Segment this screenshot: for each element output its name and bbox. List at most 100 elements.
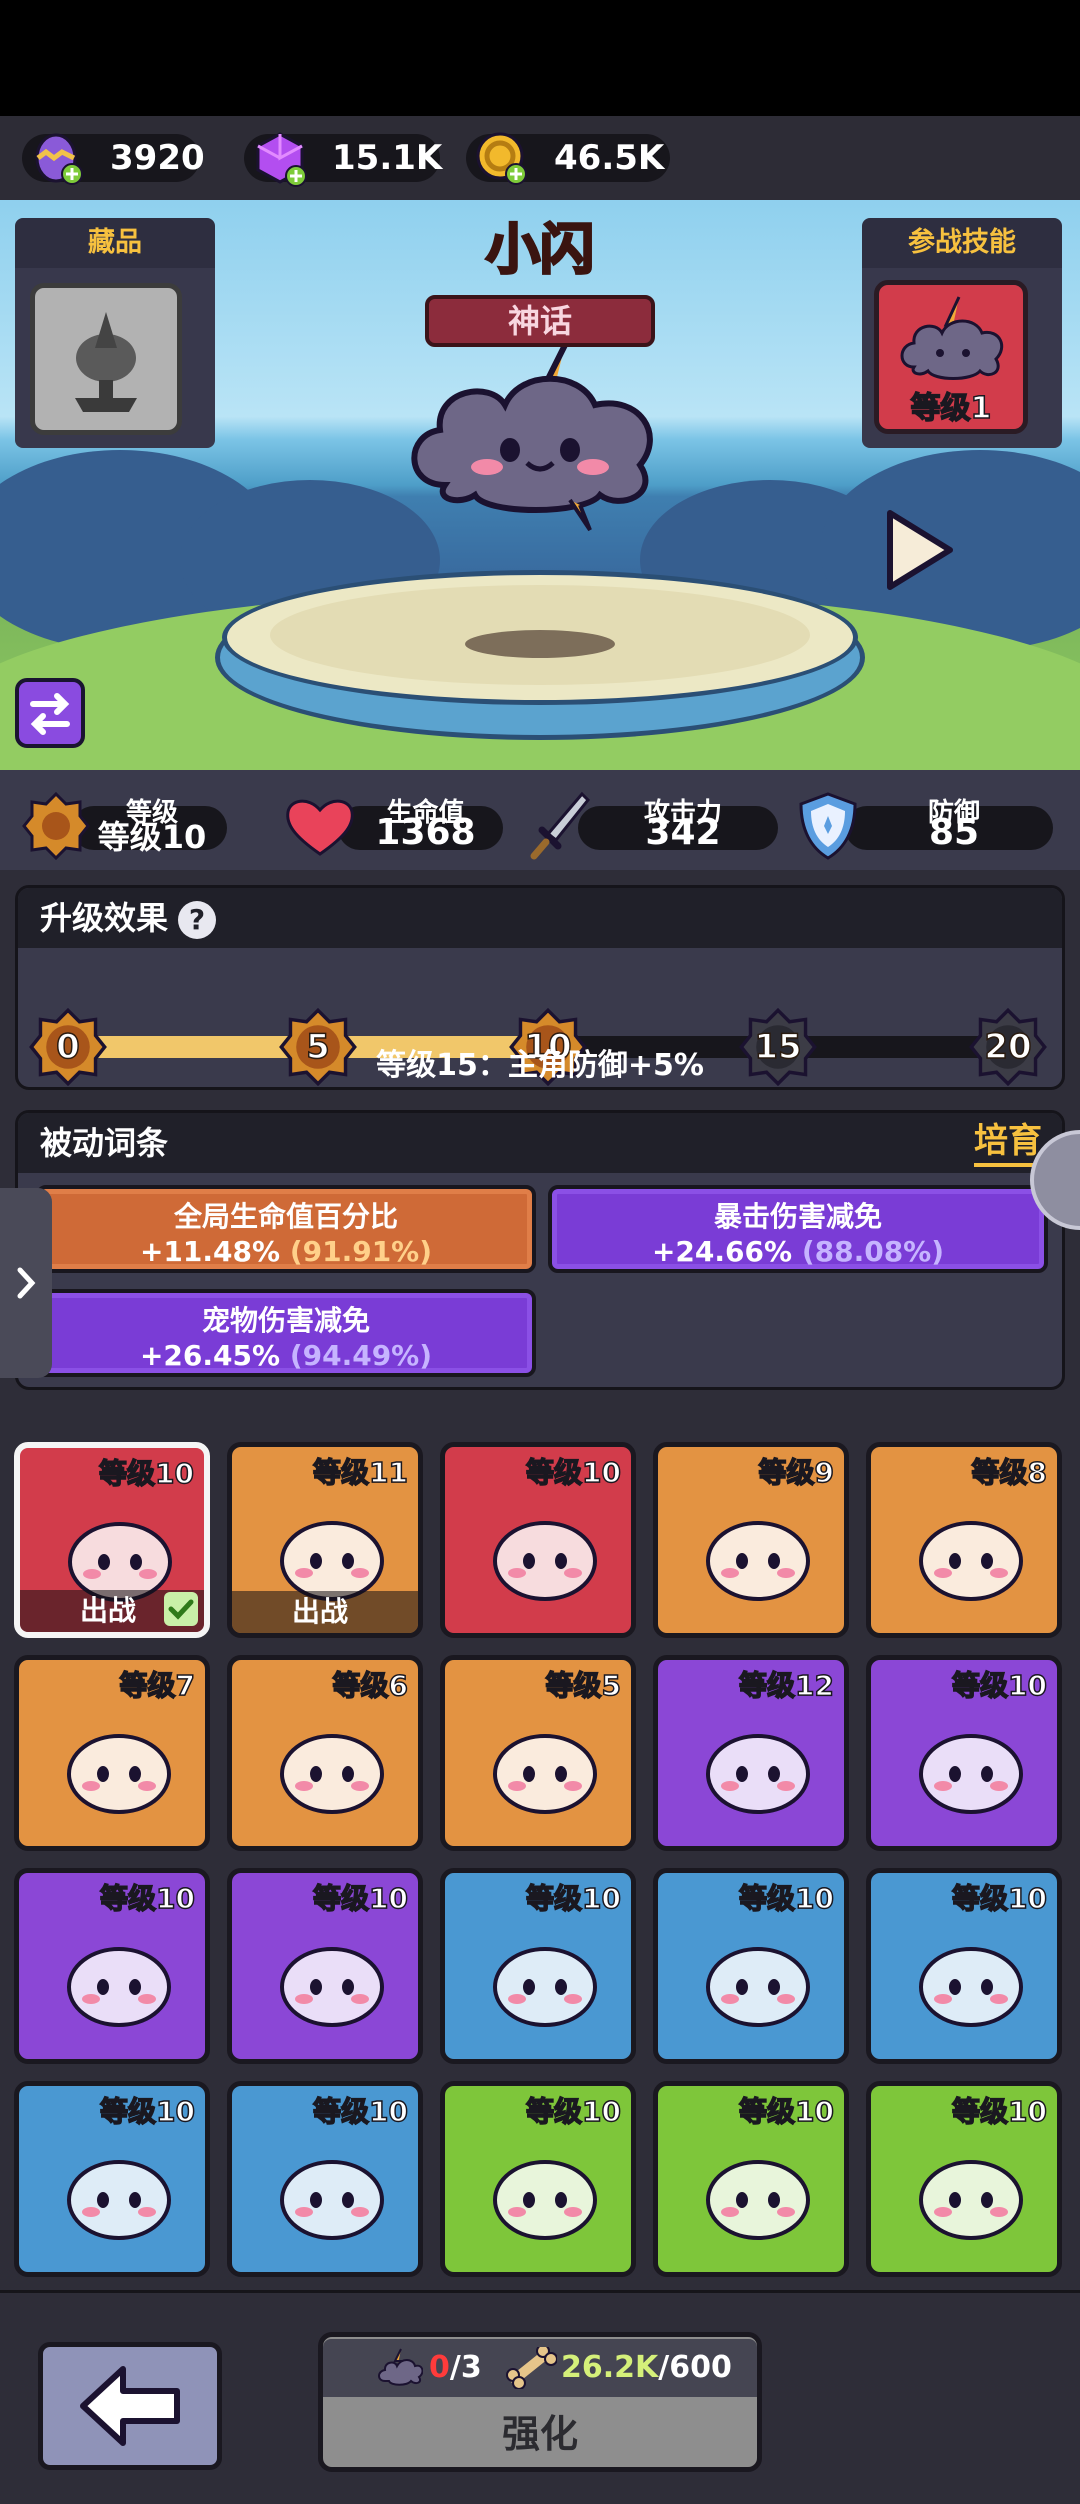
pet-level: 等级11 bbox=[312, 1455, 408, 1490]
pet-card[interactable]: 等级10 bbox=[653, 1868, 849, 2064]
defense-stat: 防御 85 bbox=[795, 792, 1053, 860]
egg-resource[interactable]: 3920 bbox=[22, 133, 205, 185]
pet-portrait bbox=[67, 1947, 171, 2027]
pet-portrait bbox=[280, 1734, 384, 1814]
passive-max: (88.08%) bbox=[801, 1235, 945, 1268]
pet-portrait bbox=[919, 1521, 1023, 1601]
sword-icon bbox=[530, 791, 591, 860]
coin-resource[interactable]: 46.5K bbox=[466, 132, 670, 185]
pet-card[interactable]: 等级10 bbox=[866, 1655, 1062, 1851]
swap-button[interactable] bbox=[15, 678, 85, 748]
passive-item: 宠物伤害减免 +26.45% (94.49%) bbox=[36, 1289, 536, 1377]
next-hero-arrow[interactable] bbox=[880, 505, 960, 595]
pet-level: 等级10 bbox=[99, 2094, 195, 2129]
pet-level: 等级5 bbox=[545, 1668, 622, 1703]
shard-cloud-icon bbox=[378, 2348, 423, 2386]
level-value: 等级10 bbox=[97, 818, 207, 856]
bone-have: 26.2K bbox=[561, 2350, 659, 2385]
cultivate-link[interactable]: 培育 bbox=[974, 1119, 1042, 1167]
pet-card[interactable]: 等级8 bbox=[866, 1442, 1062, 1638]
collection-slot[interactable] bbox=[30, 283, 182, 435]
enhance-cost: 0/3 26.2K/600 bbox=[323, 2339, 757, 2397]
heart-icon bbox=[286, 799, 354, 856]
battle-skill-title: 参战技能 bbox=[908, 227, 1016, 258]
shard-have: 0 bbox=[429, 2350, 450, 2385]
bone-icon bbox=[506, 2347, 557, 2389]
gem-resource[interactable]: 15.1K bbox=[244, 132, 442, 187]
side-drawer-tab[interactable] bbox=[0, 1188, 52, 1378]
hero-name: 小闪 bbox=[485, 217, 596, 283]
enhance-button[interactable]: 0/3 26.2K/600 强化 bbox=[318, 2332, 762, 2472]
collection-panel[interactable] bbox=[15, 268, 215, 448]
pet-card[interactable]: 等级10 bbox=[653, 2081, 849, 2277]
pet-portrait bbox=[706, 1734, 810, 1814]
pet-portrait bbox=[280, 1521, 384, 1601]
attack-value: 342 bbox=[645, 812, 721, 853]
pet-card[interactable]: 等级5 bbox=[440, 1655, 636, 1851]
bone-count: 26.2K/600 bbox=[561, 2339, 732, 2397]
pet-card[interactable]: 等级10 bbox=[440, 1442, 636, 1638]
pet-level: 等级10 bbox=[951, 1668, 1047, 1703]
pet-card[interactable]: 等级12 bbox=[653, 1655, 849, 1851]
pet-level: 等级8 bbox=[971, 1455, 1048, 1490]
skill-cloud-icon bbox=[900, 296, 1004, 380]
passive-name: 宠物伤害减免 bbox=[201, 1304, 370, 1337]
resource-bar: 3920 15.1K 46.5K bbox=[0, 116, 1080, 200]
hero-stage: 藏品 小闪 神话 参战技能 等级1 bbox=[0, 200, 1080, 770]
pet-portrait bbox=[493, 1734, 597, 1814]
status-bar bbox=[0, 0, 1080, 116]
passive-values: +11.48% (91.91%) bbox=[40, 1235, 532, 1268]
passive-header: 被动词条 bbox=[18, 1113, 1062, 1173]
stats-bar: 等级 等级10 生命值 1368 攻击力 342 防御 85 bbox=[0, 770, 1080, 870]
deployed-label: 出战 bbox=[232, 1591, 418, 1633]
pet-card[interactable]: 等级6 bbox=[227, 1655, 423, 1851]
battle-skill-panel[interactable]: 等级1 bbox=[862, 268, 1062, 448]
attack-stat: 攻击力 342 bbox=[528, 791, 778, 860]
pet-portrait bbox=[919, 1734, 1023, 1814]
pet-card[interactable]: 等级10 bbox=[227, 1868, 423, 2064]
trophy-icon bbox=[75, 312, 137, 412]
pet-card[interactable]: 等级9 bbox=[653, 1442, 849, 1638]
pet-card[interactable]: 等级10 bbox=[227, 2081, 423, 2277]
pet-card[interactable]: 等级10 出战 bbox=[14, 1442, 210, 1638]
pet-level: 等级6 bbox=[332, 1668, 409, 1703]
rarity-badge: 神话 bbox=[425, 295, 655, 347]
pet-card[interactable]: 等级7 bbox=[14, 1655, 210, 1851]
pet-card[interactable]: 等级10 bbox=[14, 2081, 210, 2277]
hp-stat: 生命值 1368 bbox=[286, 792, 503, 856]
chevron-right-icon bbox=[17, 1267, 36, 1299]
hp-value: 1368 bbox=[375, 812, 476, 853]
pet-portrait bbox=[706, 1521, 810, 1601]
pedestal-shadow bbox=[465, 630, 615, 658]
pet-level: 等级10 bbox=[525, 1881, 621, 1916]
pet-card[interactable]: 等级10 bbox=[866, 2081, 1062, 2277]
pet-portrait bbox=[493, 1521, 597, 1601]
upgrade-effect-title: 升级效果 bbox=[40, 899, 169, 937]
pet-level: 等级7 bbox=[119, 1668, 196, 1703]
checkmark-icon bbox=[164, 1592, 198, 1626]
pet-card[interactable]: 等级10 bbox=[14, 1868, 210, 2064]
passive-item: 暴击伤害减免 +24.66% (88.08%) bbox=[548, 1185, 1048, 1273]
pet-level: 等级10 bbox=[525, 2094, 621, 2129]
pet-level: 等级12 bbox=[738, 1668, 834, 1703]
help-icon[interactable]: ? bbox=[178, 901, 217, 939]
enhance-label: 强化 bbox=[501, 2412, 578, 2456]
passive-title: 被动词条 bbox=[40, 1124, 169, 1162]
gem-icon bbox=[256, 132, 307, 187]
pet-card[interactable]: 等级10 bbox=[866, 1868, 1062, 2064]
pet-level: 等级9 bbox=[758, 1455, 835, 1490]
back-button[interactable] bbox=[38, 2342, 222, 2470]
skill-slot[interactable]: 等级1 bbox=[874, 280, 1028, 434]
egg-value: 3920 bbox=[110, 138, 205, 178]
bone-need: /600 bbox=[658, 2350, 732, 2385]
pet-card[interactable]: 等级10 bbox=[440, 2081, 636, 2277]
pet-level: 等级10 bbox=[312, 1881, 408, 1916]
passive-panel: 被动词条 培育 全局生命值百分比 +11.48% (91.91%) 暴击伤害减免… bbox=[15, 1110, 1065, 1390]
passive-name: 暴击伤害减免 bbox=[713, 1200, 882, 1233]
pet-card[interactable]: 等级10 bbox=[440, 1868, 636, 2064]
pet-card[interactable]: 等级11 出战 bbox=[227, 1442, 423, 1638]
next-bonus-text: 等级15：主角防御+5% bbox=[376, 1048, 704, 1083]
pet-level: 等级10 bbox=[525, 1455, 621, 1490]
collection-title: 藏品 bbox=[88, 227, 142, 258]
collection-tag: 藏品 bbox=[15, 218, 215, 268]
